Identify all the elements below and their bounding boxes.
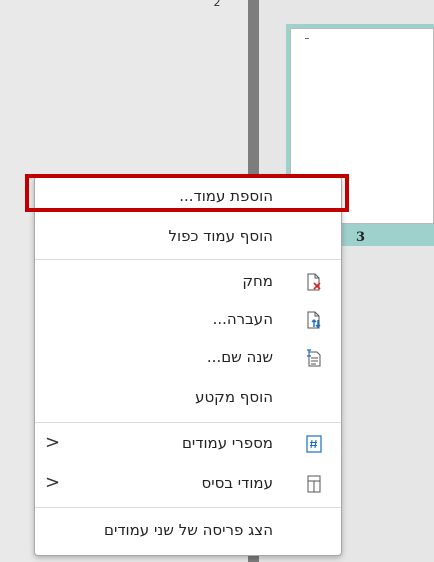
page-number-3: 3: [356, 230, 366, 245]
menu-item-page-numbers[interactable]: מספרי עמודים <: [35, 425, 341, 463]
rename-icon: [305, 349, 323, 367]
menu-item-label: הוסף מקטע: [195, 388, 273, 406]
menu-item-label: הצג פריסה של שני עמודים: [104, 521, 273, 539]
menu-item-label: עמודי בסיס: [201, 474, 273, 492]
submenu-arrow-icon: <: [45, 472, 61, 493]
menu-separator: [35, 507, 341, 508]
page-numbers-icon: [305, 435, 323, 453]
menu-item-label: שנה שם...: [206, 348, 273, 366]
menu-item-master-pages[interactable]: עמודי בסיס <: [35, 465, 341, 503]
menu-item-label: מספרי עמודים: [181, 434, 273, 452]
move-page-icon: [305, 311, 323, 329]
page-number-2: 2: [213, 0, 221, 9]
menu-item-add-section[interactable]: הוסף מקטע: [35, 379, 341, 417]
menu-item-add-page[interactable]: הוספת עמוד...: [35, 178, 341, 216]
menu-item-rename[interactable]: שנה שם...: [35, 339, 341, 377]
menu-item-label: מחק: [242, 272, 273, 290]
menu-separator: [35, 422, 341, 423]
menu-item-label: הוסף עמוד כפול: [168, 227, 273, 245]
menu-item-delete[interactable]: מחק: [35, 263, 341, 301]
menu-item-move[interactable]: העברה...: [35, 301, 341, 339]
master-pages-icon: [305, 475, 323, 493]
menu-item-add-spread[interactable]: הוסף עמוד כפול: [35, 218, 341, 256]
delete-page-icon: [305, 273, 323, 291]
menu-separator: [35, 259, 341, 260]
menu-item-label: הוספת עמוד...: [179, 187, 273, 205]
menu-item-label: העברה...: [212, 310, 273, 328]
thumbnail-content-mark: [305, 38, 309, 39]
submenu-arrow-icon: <: [45, 432, 61, 453]
menu-item-two-page-view[interactable]: הצג פריסה של שני עמודים: [35, 512, 341, 550]
context-menu: הוספת עמוד... הוסף עמוד כפול מחק העברה..…: [34, 176, 342, 556]
